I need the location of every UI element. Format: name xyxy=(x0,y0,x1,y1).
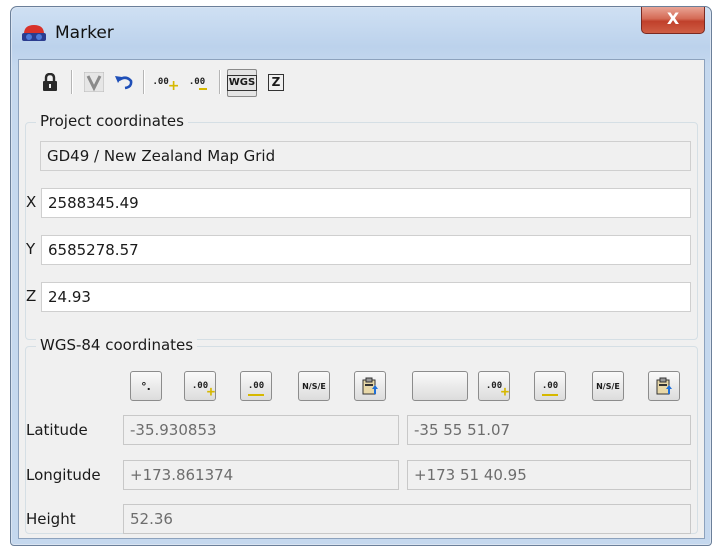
toolbar-separator xyxy=(71,70,73,94)
coordinate-system-field: GD49 / New Zealand Map Grid xyxy=(40,141,691,171)
toolbar-separator xyxy=(219,70,221,94)
hemisphere-button[interactable]: N/S/E xyxy=(298,371,330,401)
longitude-dms-field: +173 51 40.95 xyxy=(407,460,691,490)
longitude-decimal-field: +173.861374 xyxy=(123,460,399,490)
hemisphere-button-dms[interactable]: N/S/E xyxy=(592,371,624,401)
marker-window: Marker X .00 + .00 WGS Z Project coordin… xyxy=(10,6,712,546)
latitude-dms-field: -35 55 51.07 xyxy=(407,415,691,445)
title-bar[interactable]: Marker X xyxy=(11,7,711,59)
wgs-toggle-button[interactable]: WGS xyxy=(226,69,258,97)
decimal-degrees-button[interactable]: °. xyxy=(130,371,162,401)
height-label: Height xyxy=(26,510,76,528)
increase-precision-icon[interactable]: .00 + xyxy=(153,69,180,95)
paste-coordinates-button[interactable] xyxy=(354,371,386,401)
lock-icon[interactable] xyxy=(37,69,63,95)
latitude-decimal-field: -35.930853 xyxy=(123,415,399,445)
y-label: Y xyxy=(26,240,36,258)
longitude-label: Longitude xyxy=(26,466,101,484)
dialog-client-area: .00 + .00 WGS Z Project coordinates GD49 … xyxy=(18,59,705,539)
height-field: 52.36 xyxy=(123,504,691,534)
z-label: Z xyxy=(26,287,37,305)
window-title: Marker xyxy=(55,23,114,43)
marker-app-icon xyxy=(22,25,46,41)
decrease-precision-button-dms[interactable]: .00 xyxy=(534,371,566,401)
wgs84-coordinates-title: WGS-84 coordinates xyxy=(36,336,198,354)
apply-check-icon[interactable] xyxy=(81,69,107,95)
decrease-precision-button[interactable]: .00 xyxy=(240,371,272,401)
z-toggle-icon[interactable]: Z xyxy=(263,69,289,95)
latitude-label: Latitude xyxy=(26,421,88,439)
x-input[interactable]: 2588345.49 xyxy=(41,188,691,218)
z-input[interactable]: 24.93 xyxy=(41,282,691,312)
dms-format-button[interactable] xyxy=(412,371,468,401)
x-label: X xyxy=(26,193,37,211)
project-coordinates-group: Project coordinates GD49 / New Zealand M… xyxy=(25,112,698,340)
undo-icon[interactable] xyxy=(111,69,137,95)
increase-precision-button-dms[interactable]: .00 + xyxy=(478,371,510,401)
toolbar-separator xyxy=(143,70,145,94)
toolbar: .00 + .00 WGS Z xyxy=(19,60,704,104)
increase-precision-button[interactable]: .00 + xyxy=(184,371,216,401)
wgs84-coordinates-group: WGS-84 coordinates °. .00 + .00 N/S/E .00… xyxy=(25,336,698,534)
paste-coordinates-button-dms[interactable] xyxy=(648,371,680,401)
decrease-precision-icon[interactable]: .00 xyxy=(185,69,211,95)
project-coordinates-title: Project coordinates xyxy=(36,112,188,130)
y-input[interactable]: 6585278.57 xyxy=(41,235,691,265)
close-button[interactable]: X xyxy=(641,7,705,34)
